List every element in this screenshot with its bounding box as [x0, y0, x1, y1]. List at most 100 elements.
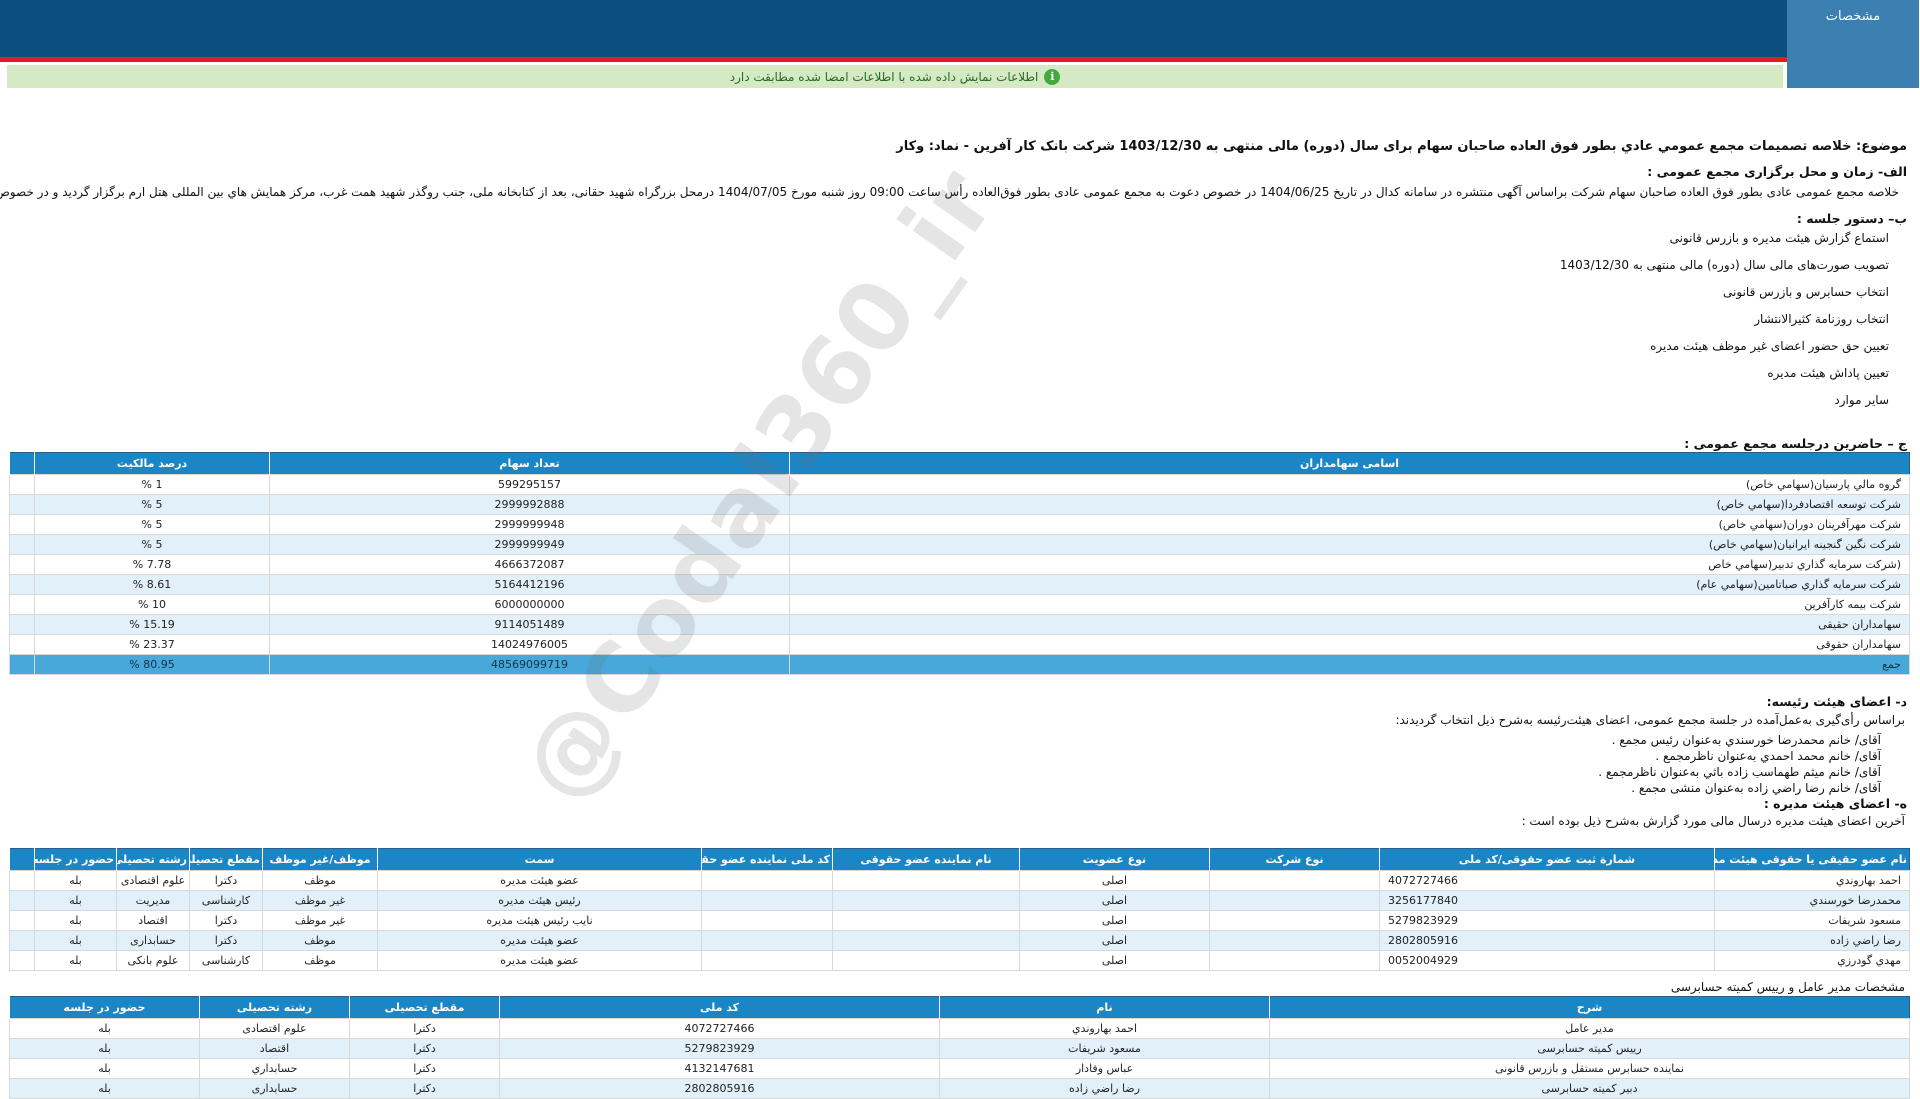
table-cell [833, 890, 1021, 911]
table-cell: دکترا [350, 1018, 501, 1039]
table-header-row: شرح نام کد ملی مقطع تحصیلی رشته تحصیلی حضور د… [10, 996, 1911, 1019]
table-cell [1210, 910, 1381, 931]
section-c-title: ج – حاضرین درجلسه مجمع عمومی : [1685, 436, 1908, 451]
table-cell: 14024976005 [270, 634, 791, 655]
table-cell: عباس وفادار [940, 1058, 1271, 1079]
table-cell: اصلی [1020, 930, 1211, 951]
agenda-item: انتخاب روزنامة کثیرالانتشار [1755, 312, 1890, 326]
table-row: نماینده حسابرس مستقل و بازرس قانونی عباس … [10, 1058, 1911, 1079]
table-cell [1210, 870, 1381, 891]
presidium-members-list: آقای/ خانم محمدرضا خورسندي به‌عنوان رئیس… [1599, 732, 1882, 796]
table-cell [10, 890, 36, 911]
presidium-member-line: آقای/ خانم محمد احمدي به‌عنوان ناظرمجمع … [1656, 749, 1882, 763]
table-cell [702, 930, 834, 951]
table-row: سهامداران حقیقی 9114051489% 15.19 [10, 614, 1911, 635]
table-cell: رضا راضي زاده [1715, 930, 1911, 951]
presidium-member-line: آقای/ خانم رضا راضي زاده به‌عنوان منشی م… [1632, 781, 1882, 795]
table-cell: (شرکت سرمایه گذاري تدبیر(سهامي خاص [790, 554, 1911, 575]
agenda-item: تعیین حق حضور اعضای غیر موظف هیئت مدیره [1651, 339, 1890, 353]
table-cell: % 5 [35, 534, 271, 555]
table-cell: 599295157 [270, 474, 791, 495]
table-cell: 2999999948 [270, 514, 791, 535]
table-cell: موظف [263, 870, 379, 891]
presidium-member-line: آقای/ خانم محمدرضا خورسندي به‌عنوان رئیس… [1612, 733, 1882, 747]
table-cell: دکترا [350, 1058, 501, 1079]
table-cell: 2802805916 [500, 1078, 941, 1099]
table-cell: بله [10, 1038, 201, 1059]
table-cell: موظف [263, 950, 379, 971]
table-cell [10, 634, 36, 655]
table-cell: شرکت بیمه کارآفرین [790, 594, 1911, 615]
column-header: کد ملی نماینده عضو حقوقی [702, 848, 834, 871]
table-cell: شرکت نگین گنجینه ایرانیان(سهامي خاص) [790, 534, 1911, 555]
table-cell: 2999999949 [270, 534, 791, 555]
table-cell [833, 910, 1021, 931]
table-row: رییس کمیته حسابرسی مسعود شریفات 5279823929… [10, 1038, 1911, 1059]
section-d-intro: براساس رأی‌گیری به‌عمل‌آمده در جلسة مجمع… [1396, 713, 1906, 727]
table-cell: گروه مالي پارسیان(سهامي خاص) [790, 474, 1911, 495]
table-cell [10, 474, 36, 495]
table-cell: بله [10, 1058, 201, 1079]
presidium-member-line: آقای/ خانم میثم طهماسب زاده باثي به‌عنوا… [1599, 765, 1882, 779]
table-cell: % 8.61 [35, 574, 271, 595]
table-cell [10, 494, 36, 515]
table-cell: دکترا [190, 870, 264, 891]
table-cell [10, 930, 36, 951]
codal-announcement-page: { "header": { "tab_label": "مشخصات" }, "… [0, 0, 1920, 1099]
table-cell: نایب رئیس هیئت مدیره [378, 910, 703, 931]
shareholders-table: اسامی سهامداران تعداد سهام درصد مالکیت گروه… [10, 452, 1911, 675]
table-cell: مدیریت [117, 890, 191, 911]
table-cell [10, 514, 36, 535]
table-row: شرکت سرمایه گذاري صباتامین(سهامي عام) 516… [10, 574, 1911, 595]
table-cell [1210, 890, 1381, 911]
table-cell: دکترا [190, 910, 264, 931]
tab-label: مشخصات [1826, 9, 1882, 24]
table-cell: حسابداري [200, 1058, 351, 1079]
section-e-intro: آخرین اعضای هیئت مدیره درسال مالی مورد گ… [1522, 814, 1906, 828]
table-cell: حسابداری [117, 930, 191, 951]
signature-match-notice: i اطلاعات نمایش داده شده با اطلاعات امضا… [8, 65, 1784, 88]
table-cell: 5279823929 [500, 1038, 941, 1059]
column-header: تعداد سهام [270, 452, 791, 475]
table-cell: کارشناسی [190, 890, 264, 911]
table-cell [10, 654, 36, 675]
table-cell: سهامداران حقیقی [790, 614, 1911, 635]
table-row: شرکت مهرآفرینان دوران(سهامي خاص) 29999999… [10, 514, 1911, 535]
section-b-title: ب– دستور جلسه : [1797, 211, 1908, 226]
table-cell: 4666372087 [270, 554, 791, 575]
table-cell: بله [10, 1078, 201, 1099]
table-cell [1210, 930, 1381, 951]
table-row: شرکت توسعه اقتصادفردا(سهامي خاص) 29999928… [10, 494, 1911, 515]
section-f-title: مشخصات مدیر عامل و رییس کمیته حسابرسی [1671, 980, 1906, 994]
table-cell: شرکت سرمایه گذاري صباتامین(سهامي عام) [790, 574, 1911, 595]
table-cell: جمع [790, 654, 1911, 675]
table-cell: دبیر کمیته حسابرسی [1270, 1078, 1911, 1099]
header-red-divider [0, 57, 1920, 62]
board-members-table: نام عضو حقیقی یا حقوقی هیئت مدیره شمارة ث… [10, 848, 1911, 971]
agenda-item: استماع گزارش هیئت مدیره و بازرس قانونی [1670, 231, 1890, 245]
table-cell: بله [35, 950, 118, 971]
table-cell [702, 910, 834, 931]
table-cell: 4072727466 [1380, 870, 1716, 891]
column-header: حضور در جلسه [10, 996, 201, 1019]
table-cell [833, 870, 1021, 891]
table-cell [10, 554, 36, 575]
column-header [10, 452, 36, 475]
table-cell: % 5 [35, 494, 271, 515]
table-cell: بله [35, 870, 118, 891]
table-cell: علوم اقتصادی [200, 1018, 351, 1039]
table-cell: علوم اقتصادی [117, 870, 191, 891]
table-cell: دکترا [350, 1038, 501, 1059]
table-cell: عضو هیئت مدیره [378, 950, 703, 971]
table-row: رضا راضي زاده 2802805916 اصلی عضو هیئت مدیر… [10, 930, 1911, 951]
table-cell [10, 574, 36, 595]
table-cell: اصلی [1020, 950, 1211, 971]
table-cell: 5279823929 [1380, 910, 1716, 931]
table-cell [10, 594, 36, 615]
table-row: مهدي گودرزي 0052004929 اصلی عضو هیئت مدیره م… [10, 950, 1911, 971]
table-cell: کارشناسی [190, 950, 264, 971]
agenda-item: تعیین پاداش هیئت مدیره [1768, 366, 1890, 380]
tab-moshakhasat[interactable]: مشخصات [1788, 0, 1920, 88]
table-cell: علوم بانکی [117, 950, 191, 971]
table-cell: نماینده حسابرس مستقل و بازرس قانونی [1270, 1058, 1911, 1079]
